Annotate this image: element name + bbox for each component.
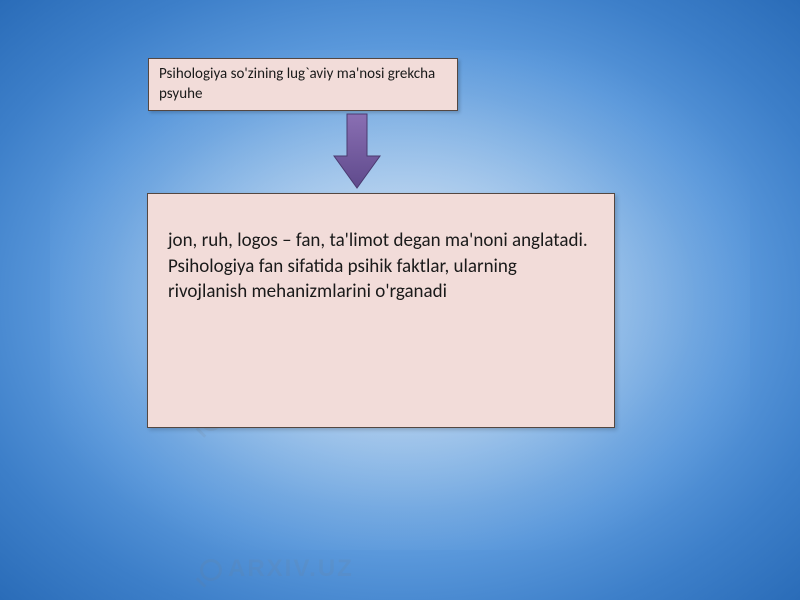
content-text: jon, ruh, logos – fan, ta'limot degan ma… <box>168 229 588 303</box>
arrow-path <box>334 114 380 188</box>
title-text: Psihologiya so'zining lug`aviy ma'nosi g… <box>159 65 435 103</box>
title-box: Psihologiya so'zining lug`aviy ma'nosi g… <box>148 58 458 111</box>
watermark: ARXIV.UZ <box>200 555 354 583</box>
content-box: jon, ruh, logos – fan, ta'limot degan ma… <box>147 193 615 428</box>
down-arrow-icon <box>332 112 382 190</box>
